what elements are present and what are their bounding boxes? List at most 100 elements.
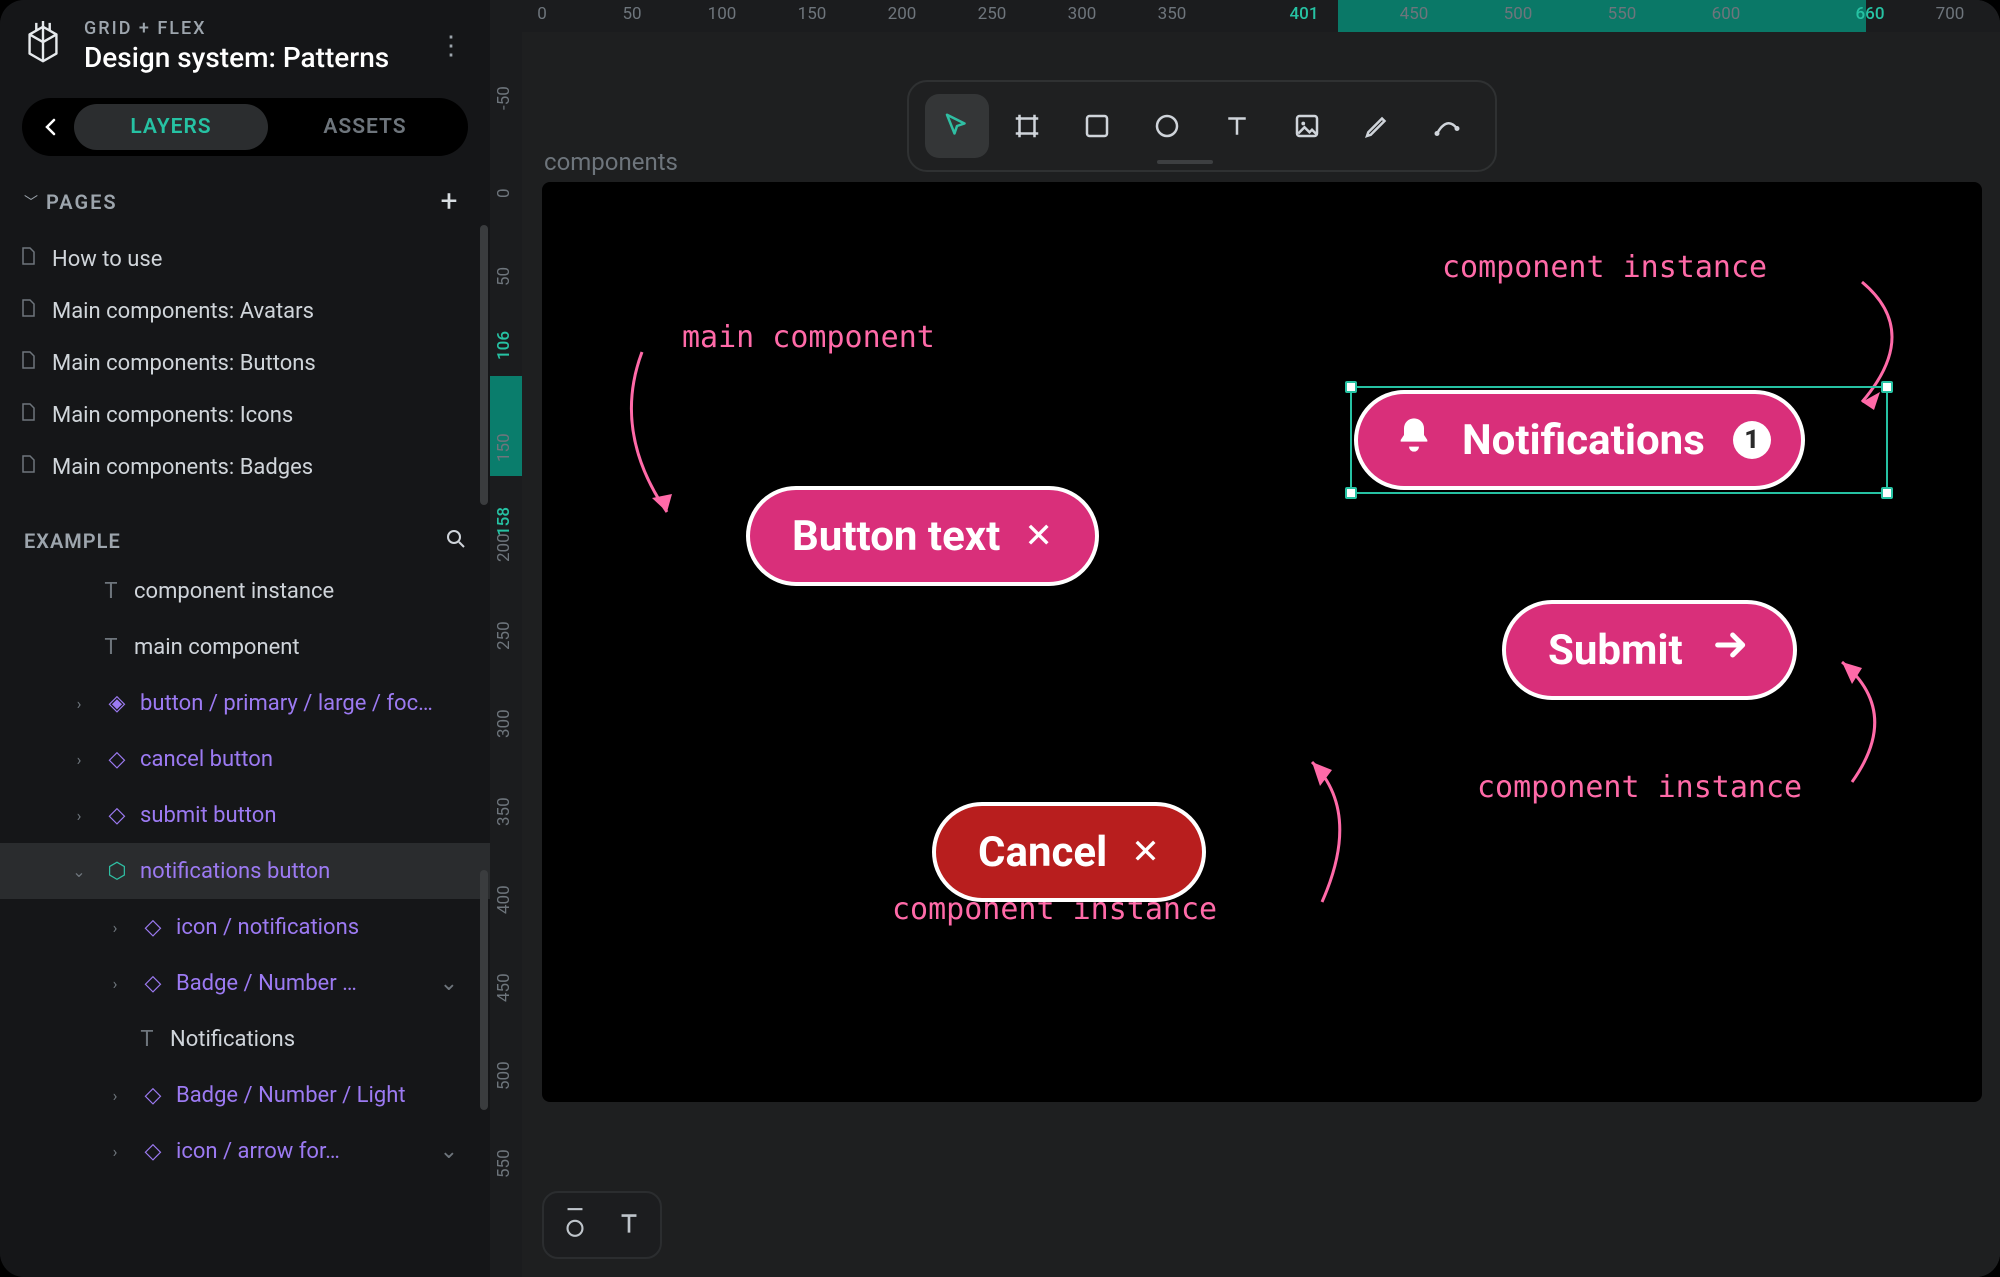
button-notifications[interactable]: Notifications 1 [1354,390,1805,490]
layer-label: submit button [140,803,277,828]
layer-text-main-component[interactable]: T main component [0,619,490,675]
tab-layers[interactable]: LAYERS [74,104,268,150]
layer-label: main component [134,635,300,660]
page-item-buttons[interactable]: Main components: Buttons [0,337,490,389]
page-label: How to use [52,247,162,272]
chevron-right-icon[interactable]: › [64,694,94,713]
page-item-badges[interactable]: Main components: Badges [0,441,490,493]
page-label: Main components: Avatars [52,299,314,324]
layer-badge-number-light[interactable]: › ◇ Badge / Number / Light [0,1067,490,1123]
layer-notifications-button[interactable]: ⌄ ⬡ notifications button [0,843,490,899]
example-heading: EXAMPLE [0,519,490,563]
collapse-icon[interactable]: ⌄ [440,1139,458,1164]
component-icon: ◈ [106,691,128,716]
toolbar [907,80,1497,172]
page-label: Main components: Icons [52,403,293,428]
tool-ellipse[interactable] [1135,94,1199,158]
button-cancel[interactable]: Cancel ✕ [932,802,1206,902]
frame-label[interactable]: components [544,148,678,176]
pages-list: How to use Main components: Avatars Main… [0,229,490,497]
tool-rectangle[interactable] [1065,94,1129,158]
tool-pen[interactable] [1345,94,1409,158]
brand-subtitle: GRID + FLEX [84,18,389,39]
ellipse-icon [1152,111,1182,141]
instance-icon: ⬡ [106,859,128,884]
image-icon [1292,111,1322,141]
search-icon [446,529,466,549]
page-item-how-to-use[interactable]: How to use [0,233,490,285]
button-main-component[interactable]: Button text ✕ [746,486,1099,586]
file-icon [18,454,38,480]
chevron-right-icon[interactable]: › [100,918,130,937]
tool-text[interactable] [1205,94,1269,158]
text-icon: T [100,635,122,660]
chevron-right-icon[interactable]: › [100,1086,130,1105]
pages-heading: ﹀ PAGES + [0,174,490,229]
layer-label: Badge / Number / Light [176,1083,406,1108]
button-text-label: Button text [792,512,1000,561]
ruler-horizontal[interactable]: 0501001502002503003504014505005506006607… [522,0,2000,32]
layer-text-component-instance[interactable]: T component instance [0,563,490,619]
instance-icon: ◇ [142,971,164,996]
layer-label: icon / arrow for… [176,1139,340,1164]
add-page-button[interactable]: + [432,184,466,219]
layer-icon-arrow[interactable]: › ◇ icon / arrow for… ⌄ [0,1123,490,1179]
brand-title: Design system: Patterns [84,41,389,74]
layer-cancel-button[interactable]: › ◇ cancel button [0,731,490,787]
text-status-icon[interactable] [616,1207,642,1243]
curve-icon [1432,111,1462,141]
chevron-down-icon[interactable]: ⌄ [64,862,94,881]
tool-frame[interactable] [995,94,1059,158]
back-button[interactable] [28,104,74,150]
layer-button-primary[interactable]: › ◈ button / primary / large / foc… [0,675,490,731]
close-icon: ✕ [1131,832,1160,872]
layer-submit-button[interactable]: › ◇ submit button [0,787,490,843]
file-icon [18,402,38,428]
instance-icon: ◇ [106,747,128,772]
button-submit[interactable]: Submit [1502,600,1797,700]
frame-icon [1012,111,1042,141]
shape-status-icon[interactable] [562,1207,588,1243]
design-canvas[interactable]: components main component component inst… [522,32,2000,1277]
instance-icon: ◇ [142,1139,164,1164]
layer-icon-notifications[interactable]: › ◇ icon / notifications [0,899,490,955]
layer-badge-number-a[interactable]: › ◇ Badge / Number … ⌄ [0,955,490,1011]
canvas-area: 0501001502002503003504014505005506006607… [490,0,2000,1277]
toolbar-drag-handle[interactable] [1157,160,1213,164]
page-item-icons[interactable]: Main components: Icons [0,389,490,441]
cancel-label: Cancel [978,828,1107,877]
notifications-label: Notifications [1462,416,1705,465]
tool-move[interactable] [925,94,989,158]
annotation-main-component[interactable]: main component [682,320,935,355]
scrollbar[interactable] [480,225,488,505]
header: GRID + FLEX Design system: Patterns ⋮ [0,0,490,84]
page-item-avatars[interactable]: Main components: Avatars [0,285,490,337]
chevron-right-icon[interactable]: › [64,750,94,769]
layer-notifications-text[interactable]: T Notifications [0,1011,490,1067]
tool-curve[interactable] [1415,94,1479,158]
layer-label: cancel button [140,747,273,772]
chevron-left-icon [42,118,60,136]
layer-label: Notifications [170,1027,295,1052]
annotation-instance-3[interactable]: component instance [1477,770,1802,805]
tab-assets[interactable]: ASSETS [268,104,462,150]
page-label: Main components: Badges [52,455,313,480]
annotation-instance-1[interactable]: component instance [1442,250,1767,285]
ruler-vertical[interactable]: -50050106150158200250300350400450500550 [490,32,522,1277]
chevron-right-icon[interactable]: › [100,974,130,993]
sidebar: GRID + FLEX Design system: Patterns ⋮ LA… [0,0,490,1277]
chevron-down-icon[interactable]: ﹀ [24,192,38,212]
ruler-corner [490,0,522,32]
search-button[interactable] [446,529,466,553]
collapse-icon[interactable]: ⌄ [440,971,458,996]
chevron-right-icon[interactable]: › [100,1142,130,1161]
more-menu-button[interactable]: ⋮ [430,26,470,66]
submit-label: Submit [1548,626,1683,675]
text-icon: T [100,579,122,604]
scrollbar[interactable] [480,870,488,1110]
chevron-right-icon[interactable]: › [64,806,94,825]
tool-image[interactable] [1275,94,1339,158]
arrow-right-icon [1711,625,1751,676]
brand-icon [20,21,66,71]
frame-components[interactable]: main component component instance compon… [542,182,1982,1102]
